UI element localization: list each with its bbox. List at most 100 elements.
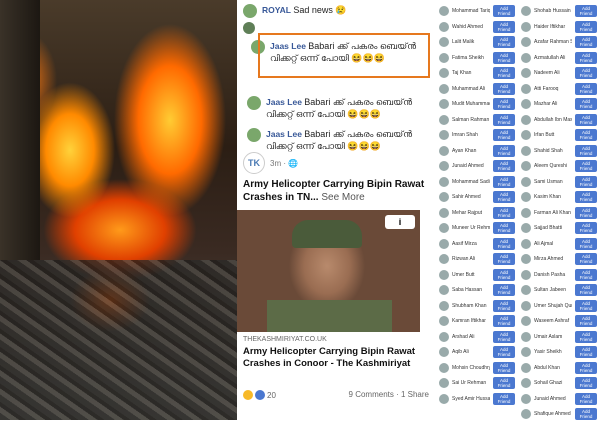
avatar[interactable] bbox=[521, 409, 531, 419]
comment-author[interactable]: Jaas Lee bbox=[266, 129, 302, 139]
add-friend-button[interactable]: Add Friend bbox=[493, 51, 515, 64]
avatar[interactable] bbox=[243, 4, 257, 18]
add-friend-button[interactable]: Add Friend bbox=[575, 392, 597, 405]
add-friend-button[interactable]: Add Friend bbox=[575, 237, 597, 250]
avatar[interactable] bbox=[439, 254, 449, 264]
avatar[interactable] bbox=[439, 378, 449, 388]
avatar[interactable] bbox=[521, 223, 531, 233]
person-name[interactable]: Aqib Ali bbox=[452, 349, 490, 355]
avatar[interactable] bbox=[439, 316, 449, 326]
person-name[interactable]: Saba Hassan bbox=[452, 287, 490, 293]
add-friend-button[interactable]: Add Friend bbox=[493, 129, 515, 141]
add-friend-button[interactable]: Add Friend bbox=[575, 253, 597, 265]
avatar[interactable] bbox=[439, 269, 449, 280]
add-friend-button[interactable]: Add Friend bbox=[575, 160, 597, 172]
person-name[interactable]: Muhammad Ali bbox=[452, 86, 490, 92]
avatar[interactable] bbox=[521, 161, 531, 171]
avatar[interactable] bbox=[439, 393, 449, 404]
person-name[interactable]: Umer Butt bbox=[452, 272, 490, 278]
avatar[interactable] bbox=[439, 114, 449, 125]
add-friend-button[interactable]: Add Friend bbox=[493, 5, 515, 17]
person-name[interactable]: Sai Ur Rehman bbox=[452, 380, 490, 386]
add-friend-button[interactable]: Add Friend bbox=[493, 361, 515, 374]
avatar[interactable] bbox=[521, 68, 531, 78]
add-friend-button[interactable]: Add Friend bbox=[575, 98, 597, 110]
person-name[interactable]: Farman Ali Khan bbox=[534, 210, 572, 216]
person-name[interactable]: Danish Pasha bbox=[534, 272, 572, 278]
person-name[interactable]: Azafar Rahman Sultan bbox=[534, 39, 572, 45]
person-name[interactable]: Salman Rahman bbox=[452, 117, 490, 123]
person-name[interactable]: Fatima Sheikh bbox=[452, 55, 490, 61]
person-name[interactable]: Taj Khan bbox=[452, 70, 490, 76]
info-badge[interactable]: i bbox=[385, 215, 415, 229]
person-name[interactable]: Mohammad Tariq bbox=[452, 8, 490, 14]
avatar[interactable] bbox=[521, 192, 531, 202]
avatar[interactable] bbox=[439, 207, 449, 218]
person-name[interactable]: Syed Amir Hussain bbox=[452, 396, 490, 402]
post-time[interactable]: 3m · 🌐 bbox=[270, 159, 298, 168]
add-friend-button[interactable]: Add Friend bbox=[575, 377, 597, 389]
person-name[interactable]: Kamran Iftikhar bbox=[452, 318, 490, 324]
add-friend-button[interactable]: Add Friend bbox=[493, 253, 515, 265]
avatar[interactable] bbox=[521, 378, 531, 388]
person-name[interactable]: Arshad Ali bbox=[452, 334, 490, 340]
avatar[interactable] bbox=[439, 37, 449, 47]
person-name[interactable]: Mehar Rajput bbox=[452, 210, 490, 216]
avatar[interactable] bbox=[521, 6, 531, 16]
person-name[interactable]: Ali Ajmal bbox=[534, 241, 572, 247]
person-name[interactable]: Mudit Muhammad bbox=[452, 101, 490, 107]
add-friend-button[interactable]: Add Friend bbox=[575, 191, 597, 203]
person-name[interactable]: Azmatullah Ali bbox=[534, 55, 572, 61]
add-friend-button[interactable]: Add Friend bbox=[575, 144, 597, 157]
avatar[interactable] bbox=[521, 347, 531, 357]
add-friend-button[interactable]: Add Friend bbox=[575, 36, 597, 48]
person-name[interactable]: Umer Shujah Qureshi bbox=[534, 303, 572, 309]
add-friend-button[interactable]: Add Friend bbox=[493, 268, 515, 281]
avatar[interactable] bbox=[439, 21, 449, 32]
person-name[interactable]: Waseem Ashraf bbox=[534, 318, 572, 324]
person-name[interactable]: Mohammad Sadiq bbox=[452, 179, 490, 185]
add-friend-button[interactable]: Add Friend bbox=[493, 330, 515, 343]
person-name[interactable]: Kasim Khan bbox=[534, 194, 572, 200]
avatar[interactable] bbox=[439, 83, 449, 94]
add-friend-button[interactable]: Add Friend bbox=[575, 361, 597, 374]
add-friend-button[interactable]: Add Friend bbox=[493, 206, 515, 219]
avatar[interactable] bbox=[521, 238, 531, 249]
avatar[interactable] bbox=[521, 393, 531, 404]
add-friend-button[interactable]: Add Friend bbox=[575, 330, 597, 343]
add-friend-button[interactable]: Add Friend bbox=[493, 175, 515, 188]
avatar[interactable] bbox=[521, 83, 531, 94]
person-name[interactable]: Aasif Mirza bbox=[452, 241, 490, 247]
person-name[interactable]: Umair Aslam bbox=[534, 334, 572, 340]
add-friend-button[interactable]: Add Friend bbox=[493, 237, 515, 250]
avatar[interactable] bbox=[439, 223, 449, 233]
avatar[interactable] bbox=[439, 52, 449, 63]
see-more-link[interactable]: See More bbox=[321, 192, 364, 203]
avatar[interactable] bbox=[439, 285, 449, 295]
person-name[interactable]: Abdul Khan bbox=[534, 365, 572, 371]
add-friend-button[interactable]: Add Friend bbox=[575, 222, 597, 234]
add-friend-button[interactable]: Add Friend bbox=[493, 315, 515, 327]
avatar[interactable] bbox=[439, 68, 449, 78]
avatar[interactable] bbox=[247, 96, 261, 110]
add-friend-button[interactable]: Add Friend bbox=[575, 408, 597, 420]
avatar[interactable] bbox=[439, 130, 449, 140]
avatar[interactable] bbox=[439, 238, 449, 249]
person-name[interactable]: Lalit Malik bbox=[452, 39, 490, 45]
add-friend-button[interactable]: Add Friend bbox=[575, 82, 597, 95]
add-friend-button[interactable]: Add Friend bbox=[575, 315, 597, 327]
add-friend-button[interactable]: Add Friend bbox=[575, 206, 597, 219]
add-friend-button[interactable]: Add Friend bbox=[493, 377, 515, 389]
person-name[interactable]: Rizwan Ali bbox=[452, 256, 490, 262]
add-friend-button[interactable]: Add Friend bbox=[493, 67, 515, 79]
person-name[interactable]: Sami Usman bbox=[534, 179, 572, 185]
post-stats[interactable]: 9 Comments · 1 Share bbox=[349, 390, 429, 400]
avatar[interactable] bbox=[521, 316, 531, 326]
avatar[interactable] bbox=[439, 300, 449, 311]
add-friend-button[interactable]: Add Friend bbox=[575, 284, 597, 296]
avatar[interactable] bbox=[521, 114, 531, 125]
person-name[interactable]: Irfan Butt bbox=[534, 132, 572, 138]
avatar[interactable] bbox=[521, 285, 531, 295]
avatar[interactable] bbox=[521, 254, 531, 264]
reactions[interactable]: 20 bbox=[243, 390, 276, 400]
